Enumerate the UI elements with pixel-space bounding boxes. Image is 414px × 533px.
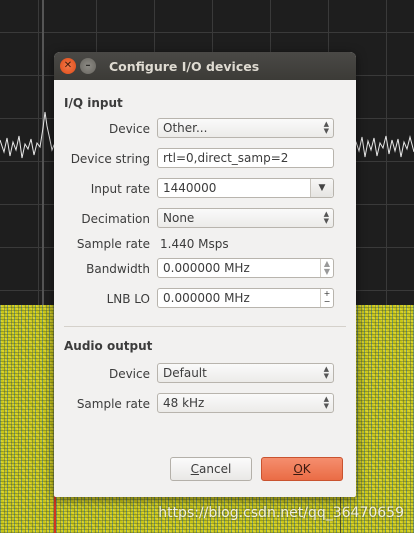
device-string-input[interactable]: rtl=0,direct_samp=2	[157, 148, 334, 168]
cancel-mnemonic: C	[190, 462, 200, 476]
input-rate-value: 1440000	[163, 181, 217, 195]
dialog-title: Configure I/O devices	[109, 58, 260, 74]
audio-device-label: Device	[108, 367, 150, 381]
iq-input-section-title: I/Q input	[64, 96, 123, 110]
configure-io-dialog: ✕ – Configure I/O devices I/Q input Devi…	[54, 52, 356, 497]
lnb-lo-label: LNB LO	[106, 292, 150, 306]
chevron-down-icon[interactable]: ▼	[310, 179, 333, 197]
decimation-select[interactable]: None ▲ ▼	[157, 208, 334, 228]
audio-output-section-title: Audio output	[64, 339, 153, 353]
spin-arrows-icon: ▲ ▼	[323, 120, 329, 135]
audio-sample-rate-value: 48 kHz	[163, 396, 205, 410]
audio-sample-rate-label: Sample rate	[76, 397, 150, 411]
cancel-label: ancel	[199, 462, 232, 476]
decimation-label: Decimation	[81, 212, 150, 226]
device-string-value: rtl=0,direct_samp=2	[163, 151, 289, 165]
iq-device-select[interactable]: Other... ▲ ▼	[157, 118, 334, 138]
device-string-label: Device string	[70, 152, 150, 166]
close-icon[interactable]: ✕	[60, 58, 76, 74]
sample-rate-label: Sample rate	[76, 237, 150, 251]
watermark: https://blog.csdn.net/qq_36470659	[158, 505, 404, 521]
ok-button[interactable]: OK	[261, 457, 343, 481]
input-rate-label: Input rate	[90, 182, 150, 196]
input-rate-combo[interactable]: 1440000 ▼	[157, 178, 334, 198]
ok-mnemonic: O	[293, 462, 303, 476]
iq-device-value: Other...	[163, 121, 208, 135]
audio-device-select[interactable]: Default ▲ ▼	[157, 363, 334, 383]
cancel-button[interactable]: Cancel	[170, 457, 252, 481]
spin-arrows-icon: ▲ ▼	[323, 395, 329, 410]
spin-arrows-icon: ▲ ▼	[323, 365, 329, 380]
iq-device-label: Device	[108, 122, 150, 136]
spin-arrows-icon[interactable]: ▲ ▼	[320, 259, 333, 277]
bandwidth-label: Bandwidth	[86, 262, 150, 276]
bandwidth-spinbox[interactable]: 0.000000 MHz ▲ ▼	[157, 258, 334, 278]
lnb-lo-spinbox[interactable]: 0.000000 MHz + −	[157, 288, 334, 308]
ok-label: K	[302, 462, 311, 476]
decimation-value: None	[163, 211, 195, 225]
sample-rate-value: 1.440 Msps	[160, 237, 229, 251]
lnb-lo-value: 0.000000 MHz	[163, 291, 250, 305]
spin-arrows-icon: ▲ ▼	[323, 210, 329, 225]
minimize-icon[interactable]: –	[80, 58, 96, 74]
spin-plus-minus-icon[interactable]: + −	[320, 289, 333, 307]
bandwidth-value: 0.000000 MHz	[163, 261, 250, 275]
section-divider	[64, 326, 346, 327]
audio-device-value: Default	[163, 366, 207, 380]
audio-sample-rate-select[interactable]: 48 kHz ▲ ▼	[157, 393, 334, 413]
dialog-titlebar[interactable]: ✕ – Configure I/O devices	[54, 52, 356, 80]
